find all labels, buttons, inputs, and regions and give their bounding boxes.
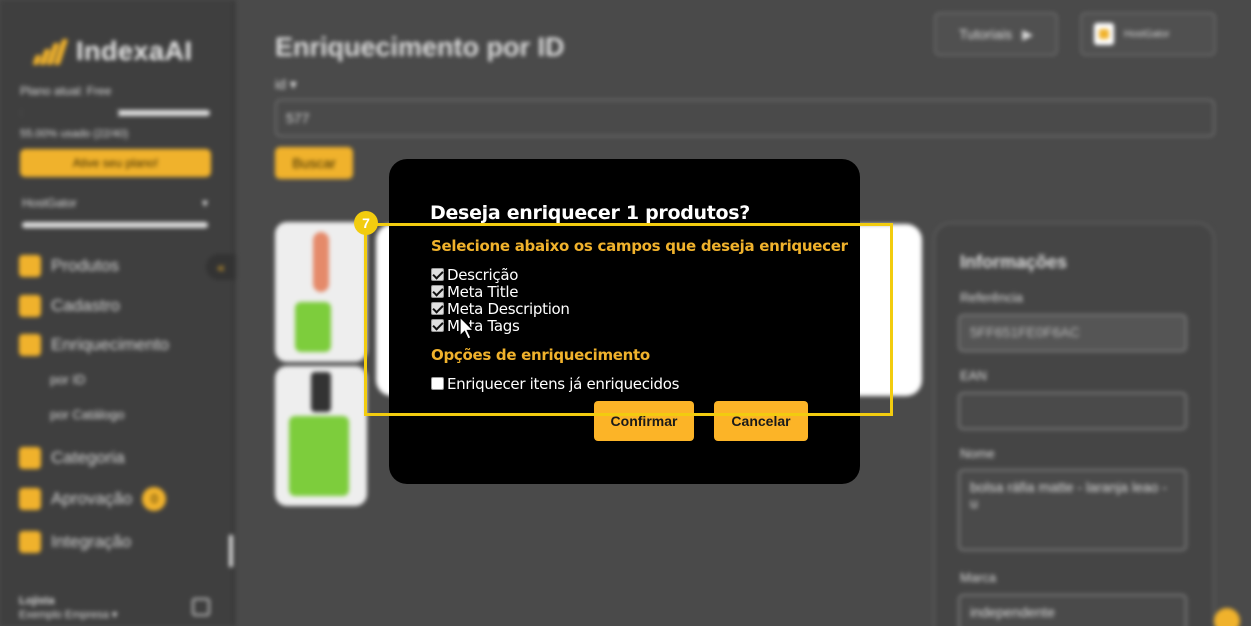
plug-icon bbox=[19, 531, 41, 553]
chevron-down-icon: ▾ bbox=[201, 196, 208, 210]
reference-field: 5FF651FE0F6AC bbox=[958, 314, 1187, 352]
brand-label: Marca bbox=[960, 570, 997, 585]
store-divider bbox=[22, 222, 208, 228]
user-info[interactable]: Lojista Exemplo Empresa ▾ bbox=[19, 594, 117, 622]
ean-field[interactable] bbox=[958, 392, 1187, 430]
brand-field[interactable]: independente bbox=[958, 594, 1187, 626]
activate-plan-button[interactable]: Ative seu plano! bbox=[20, 149, 211, 177]
product-thumbnail[interactable] bbox=[275, 366, 367, 506]
edit-icon bbox=[19, 295, 41, 317]
name-label: Nome bbox=[960, 446, 995, 461]
tutorials-label: Tutoriais bbox=[959, 26, 1013, 42]
mouse-cursor-icon bbox=[459, 316, 475, 340]
usage-text: 55.00% usado (22/40) bbox=[20, 128, 129, 140]
id-input[interactable]: 577 bbox=[275, 99, 1215, 137]
info-title: Informações bbox=[960, 252, 1068, 272]
id-field-selector[interactable]: id ▾ bbox=[275, 76, 297, 93]
page-title: Enriquecimento por ID bbox=[275, 32, 565, 62]
sidebar-item-produtos[interactable]: Produtos bbox=[19, 255, 119, 277]
sidebar-item-label: Produtos bbox=[51, 256, 120, 275]
store-name: HostGator bbox=[22, 196, 77, 210]
store-selector[interactable]: HostGator ▾ bbox=[22, 196, 208, 210]
brand-logo: IndexaAI bbox=[32, 36, 193, 67]
sidebar-item-aprovacao[interactable]: Aprovação 0 bbox=[19, 487, 167, 511]
play-icon: ▶ bbox=[1022, 25, 1033, 42]
tutorial-step-badge: 7 bbox=[354, 211, 378, 235]
product-thumbnail[interactable] bbox=[275, 222, 367, 362]
help-icon[interactable] bbox=[1214, 608, 1240, 626]
sidebar-item-label: Cadastro bbox=[51, 296, 120, 315]
sidebar-item-label: Enriquecimento bbox=[51, 335, 170, 354]
magic-icon bbox=[19, 334, 41, 356]
search-button[interactable]: Buscar bbox=[275, 147, 353, 179]
sidebar-item-integracao[interactable]: Integração bbox=[19, 531, 131, 553]
sidebar-subitem-por-id[interactable]: por ID bbox=[50, 372, 85, 387]
sidebar-item-label: Integração bbox=[51, 532, 132, 551]
reference-label: Referência bbox=[960, 290, 1023, 305]
plan-label: Plano atual: Free bbox=[20, 84, 112, 98]
ean-label: EAN bbox=[960, 368, 987, 383]
approval-count-badge: 0 bbox=[142, 487, 167, 511]
sidebar: IndexaAI Plano atual: Free 55.00% usado … bbox=[0, 0, 236, 626]
collapse-sidebar-icon[interactable]: « bbox=[206, 254, 236, 280]
tutorials-button[interactable]: Tutoriais ▶ bbox=[934, 12, 1058, 56]
logout-icon[interactable] bbox=[192, 598, 210, 616]
sidebar-item-label: Aprovação bbox=[51, 489, 133, 508]
usage-progress-bar bbox=[20, 110, 210, 116]
sidebar-scrollbar[interactable] bbox=[229, 535, 233, 567]
category-icon bbox=[19, 447, 41, 469]
sidebar-item-label: Categoria bbox=[51, 448, 125, 467]
box-icon bbox=[19, 255, 41, 277]
store-chip[interactable]: HostGator bbox=[1080, 12, 1216, 56]
sidebar-subitem-por-catalogo[interactable]: por Catálogo bbox=[50, 407, 124, 422]
logo-icon bbox=[32, 38, 69, 65]
sidebar-item-categoria[interactable]: Categoria bbox=[19, 447, 125, 469]
store-chip-label: HostGator bbox=[1124, 28, 1170, 40]
dialog-title: Deseja enriquecer 1 produtos? bbox=[430, 202, 750, 224]
store-logo-icon bbox=[1094, 23, 1114, 45]
sidebar-item-cadastro[interactable]: Cadastro bbox=[19, 295, 120, 317]
company-selector[interactable]: Exemplo Empresa ▾ bbox=[19, 608, 117, 622]
tutorial-highlight bbox=[364, 223, 893, 416]
sidebar-item-enriquecimento[interactable]: Enriquecimento bbox=[19, 334, 169, 356]
name-field[interactable]: bolsa ráfia matte - laranja leao - u bbox=[958, 469, 1187, 551]
check-icon bbox=[19, 488, 41, 510]
user-name: Lojista bbox=[19, 595, 55, 607]
brand-name: IndexaAI bbox=[76, 36, 193, 66]
